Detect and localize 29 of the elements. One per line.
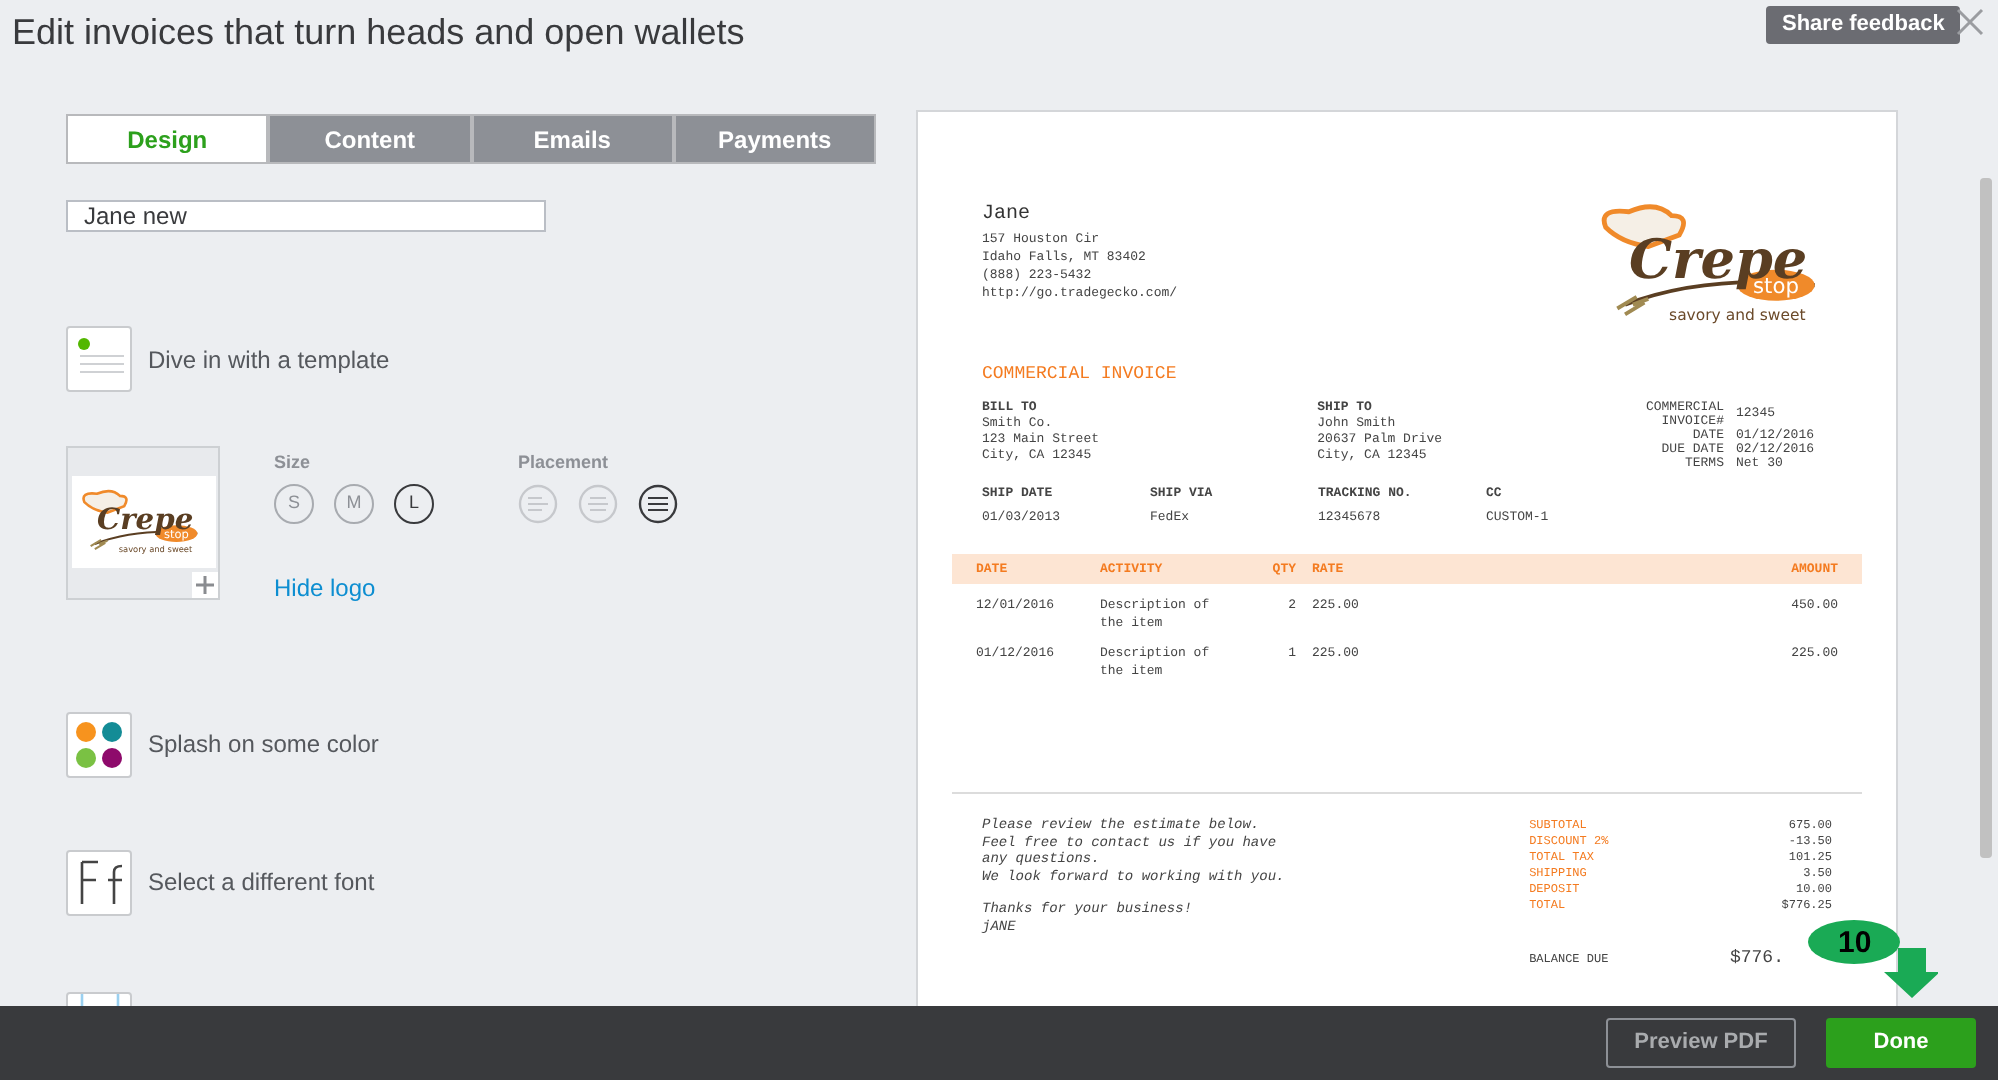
close-icon[interactable]: [1956, 8, 1984, 36]
template-icon[interactable]: [66, 326, 132, 392]
size-option[interactable]: L: [394, 483, 434, 523]
color-palette-icon[interactable]: [66, 711, 132, 777]
tab[interactable]: Content: [268, 114, 471, 164]
tab[interactable]: Emails: [471, 114, 674, 164]
size-option[interactable]: S: [274, 483, 314, 523]
template-name-field[interactable]: Jane new: [66, 200, 546, 232]
plus-icon[interactable]: [192, 572, 218, 598]
scrollbar[interactable]: [1980, 178, 1992, 858]
share-feedback-button[interactable]: Share feedback: [1766, 6, 1961, 44]
size-label: Size: [274, 450, 313, 476]
company-name: Jane: [982, 202, 1033, 230]
option-label[interactable]: Dive in with a template: [148, 341, 390, 377]
font-icon[interactable]: [66, 849, 132, 915]
balance-value: $776.: [1729, 946, 1784, 972]
preview-pdf-button[interactable]: Preview PDF: [1606, 1018, 1796, 1068]
hide-logo-link[interactable]: Hide logo: [274, 569, 678, 605]
window-title: Edit invoices that turn heads and open wallets: [10, 10, 745, 56]
invoice-title: COMMERCIAL INVOICE: [982, 362, 1179, 388]
tab[interactable]: Payments: [673, 114, 876, 164]
size-option[interactable]: M: [334, 483, 374, 523]
option-label[interactable]: Select a different font: [148, 864, 375, 900]
done-button[interactable]: Done: [1826, 1018, 1976, 1068]
option-label[interactable]: Splash on some color: [148, 726, 379, 762]
tab[interactable]: Design: [66, 114, 269, 164]
alignment-icon[interactable]: [638, 483, 678, 523]
step-callout: 10: [1806, 920, 1938, 1000]
placement-label: Placement: [518, 450, 611, 476]
